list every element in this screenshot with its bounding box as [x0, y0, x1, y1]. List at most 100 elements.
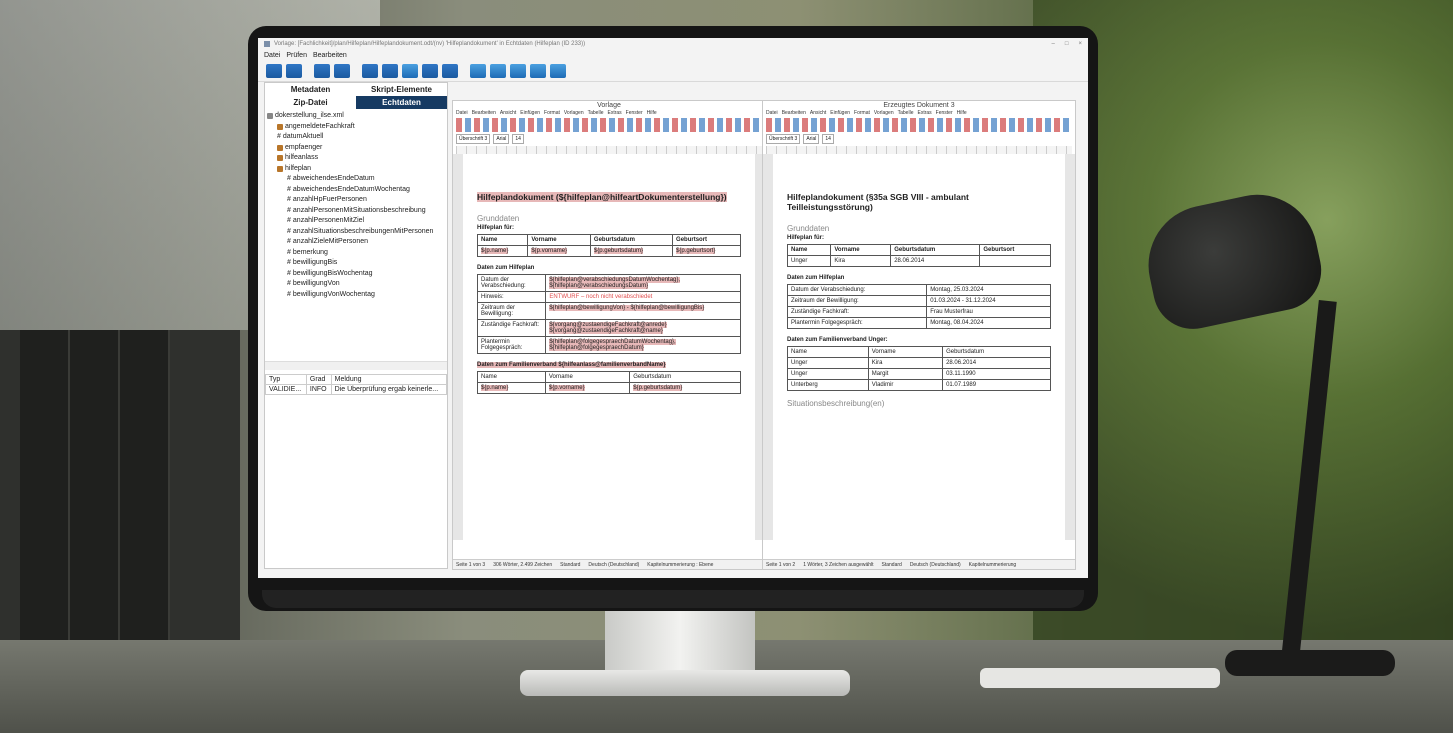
placeholder-field[interactable]: ${hilfeplan@bewilligungVon} - ${hilfepla… [549, 305, 705, 311]
font-select[interactable]: Arial [493, 134, 510, 144]
swap-docs-icon[interactable] [362, 64, 378, 78]
placeholder-field[interactable]: ${p.vorname} [548, 385, 585, 391]
tree-node[interactable]: # anzahlPersonenMitSituationsbeschreibung [267, 206, 445, 217]
doc-menu-item[interactable]: Datei [766, 110, 778, 116]
tree-node[interactable]: # anzahlPersonenMitZiel [267, 216, 445, 227]
document-icon[interactable] [422, 64, 438, 78]
table-header: Name [787, 346, 869, 358]
row-value: Montag, 25.03.2024 [926, 284, 1051, 296]
tree-node[interactable]: # datumAktuell [267, 132, 445, 143]
doc-menu-item[interactable]: Hilfe [957, 110, 967, 116]
tree-node[interactable]: empfaenger [267, 143, 445, 154]
table-row: Zuständige Fachkraft: Frau Musterfrau [786, 306, 1051, 318]
doc-toolbar[interactable] [456, 118, 762, 132]
doc-toolbar[interactable] [766, 118, 1072, 132]
horizontal-scrollbar[interactable] [265, 361, 447, 370]
doc-menu-item[interactable]: Hilfe [647, 110, 657, 116]
doc-menu-item[interactable]: Format [854, 110, 870, 116]
paragraph-style-select[interactable]: Überschrift 3 [766, 134, 801, 144]
placeholder-field[interactable]: ${p.geburtsdatum} [593, 248, 643, 254]
generate-doc-icon[interactable] [490, 64, 506, 78]
tree-node[interactable]: # anzahlZieleMitPersonen [267, 237, 445, 248]
tree-node[interactable]: # abweichendesEndeDatum [267, 174, 445, 185]
placeholder-field[interactable]: ${hilfeplan@folgegespraechDatumWochentag… [549, 339, 676, 351]
table-header: Vorname [544, 371, 631, 383]
font-size-select[interactable]: 14 [822, 134, 834, 144]
placeholder-field[interactable]: ${hilfeplan@verabschiedungsDatumWochenta… [549, 277, 681, 289]
doc-menu-item[interactable]: Vorlagen [874, 110, 894, 116]
tree-node[interactable]: # anzahlSituationsbeschreibungenMitPerson… [267, 227, 445, 238]
tree-node[interactable]: # bewilligungVon [267, 279, 445, 290]
doc-menu-item[interactable]: Einfügen [520, 110, 540, 116]
tab-metadaten[interactable]: Metadaten [265, 83, 356, 96]
copy-docs-icon[interactable] [286, 64, 302, 78]
table-row: Datum der Verabschiedung: ${hilfeplan@ver… [476, 274, 741, 292]
tree-node[interactable]: # bewilligungBisWochentag [267, 269, 445, 280]
move-docs-icon[interactable] [314, 64, 330, 78]
column-header-typ[interactable]: Typ [265, 374, 307, 385]
tree-node[interactable]: # anzahlHpFuerPersonen [267, 195, 445, 206]
table-cell: Margit [867, 368, 944, 380]
font-size-select[interactable]: 14 [512, 134, 524, 144]
tree-node[interactable]: # abweichendesEndeDatumWochentag [267, 185, 445, 196]
doc-menu-item[interactable]: Format [544, 110, 560, 116]
placeholder-field[interactable]: ${p.name} [481, 248, 509, 254]
add-icon[interactable] [402, 64, 418, 78]
field-icon: # [287, 269, 291, 277]
app-window: Vorlage: [Fachlichkeit]/plan/Hilfeplan/H… [258, 38, 1088, 578]
table-cell: 28.06.2014 [890, 255, 981, 267]
placeholder-field[interactable]: ${p.geburtsort} [676, 248, 716, 254]
tree-node[interactable]: angemeldeteFachkraft [267, 122, 445, 133]
doc-menu-item[interactable]: Ansicht [500, 110, 516, 116]
menu-bearbeiten[interactable]: Bearbeiten [313, 52, 347, 59]
doc-menu-item[interactable]: Vorlagen [564, 110, 584, 116]
doc-menu-item[interactable]: Fenster [626, 110, 643, 116]
swap-docs-icon[interactable] [382, 64, 398, 78]
table-header: Vorname [527, 234, 591, 246]
export-doc-icon[interactable] [510, 64, 526, 78]
placeholder-field[interactable]: ${vorgang@zustaendigeFachkraft@anrede} $… [549, 322, 667, 334]
column-header-meldung[interactable]: Meldung [330, 374, 448, 385]
doc-menu-item[interactable]: Fenster [936, 110, 953, 116]
menu-datei[interactable]: Datei [264, 52, 280, 59]
table-cell: Unger [786, 255, 832, 267]
tab-skript-elemente[interactable]: Skript-Elemente [356, 83, 447, 96]
tree-node[interactable]: # bemerkung [267, 248, 445, 259]
paragraph-style-select[interactable]: Überschrift 3 [456, 134, 491, 144]
column-header-grad[interactable]: Grad [305, 374, 332, 385]
font-select[interactable]: Arial [803, 134, 820, 144]
doc-menu-item[interactable]: Extras [917, 110, 931, 116]
tree-node[interactable]: hilfeanlass [267, 153, 445, 164]
refresh-icon[interactable] [530, 64, 546, 78]
close-button[interactable]: × [1078, 41, 1082, 47]
tree-node[interactable]: # bewilligungVonWochentag [267, 290, 445, 301]
tree-node[interactable]: # bewilligungBis [267, 258, 445, 269]
doc-menu-item[interactable]: Tabelle [898, 110, 914, 116]
document-icon[interactable] [442, 64, 458, 78]
doc-menu-item[interactable]: Datei [456, 110, 468, 116]
move-docs-icon[interactable] [334, 64, 350, 78]
download-icon[interactable] [550, 64, 566, 78]
copy-docs-icon[interactable] [266, 64, 282, 78]
placeholder-field[interactable]: ${p.vorname} [531, 248, 568, 254]
doc-menu-item[interactable]: Ansicht [810, 110, 826, 116]
tree-node[interactable]: dokerstellung_ilse.xml [267, 111, 445, 122]
placeholder-field[interactable]: ${p.name} [481, 385, 509, 391]
row-label: Datum der Verabschiedung: [786, 284, 928, 296]
doc-menu-item[interactable]: Bearbeiten [472, 110, 496, 116]
tab-echtdaten[interactable]: Echtdaten [356, 96, 447, 109]
table-row[interactable]: VALIDIE... INFO Die Überprüfung ergab ke… [265, 384, 448, 395]
document-page: Hilfeplandokument (${hilfeplan@hilfeartD… [463, 154, 755, 540]
tree-node[interactable]: hilfeplan [267, 164, 445, 175]
doc-menu-item[interactable]: Einfügen [830, 110, 850, 116]
tab-zip-datei[interactable]: Zip-Datei [265, 96, 356, 109]
doc-menu-item[interactable]: Extras [607, 110, 621, 116]
placeholder-field[interactable]: ${p.geburtsdatum} [633, 385, 683, 391]
maximize-button[interactable]: □ [1065, 41, 1069, 47]
minimize-button[interactable]: – [1052, 41, 1055, 47]
menu-pruefen[interactable]: Prüfen [286, 52, 307, 59]
doc-menu: Datei Bearbeiten Ansicht Einfügen Format… [453, 110, 765, 116]
doc-menu-item[interactable]: Tabelle [588, 110, 604, 116]
generate-doc-icon[interactable] [470, 64, 486, 78]
doc-menu-item[interactable]: Bearbeiten [782, 110, 806, 116]
